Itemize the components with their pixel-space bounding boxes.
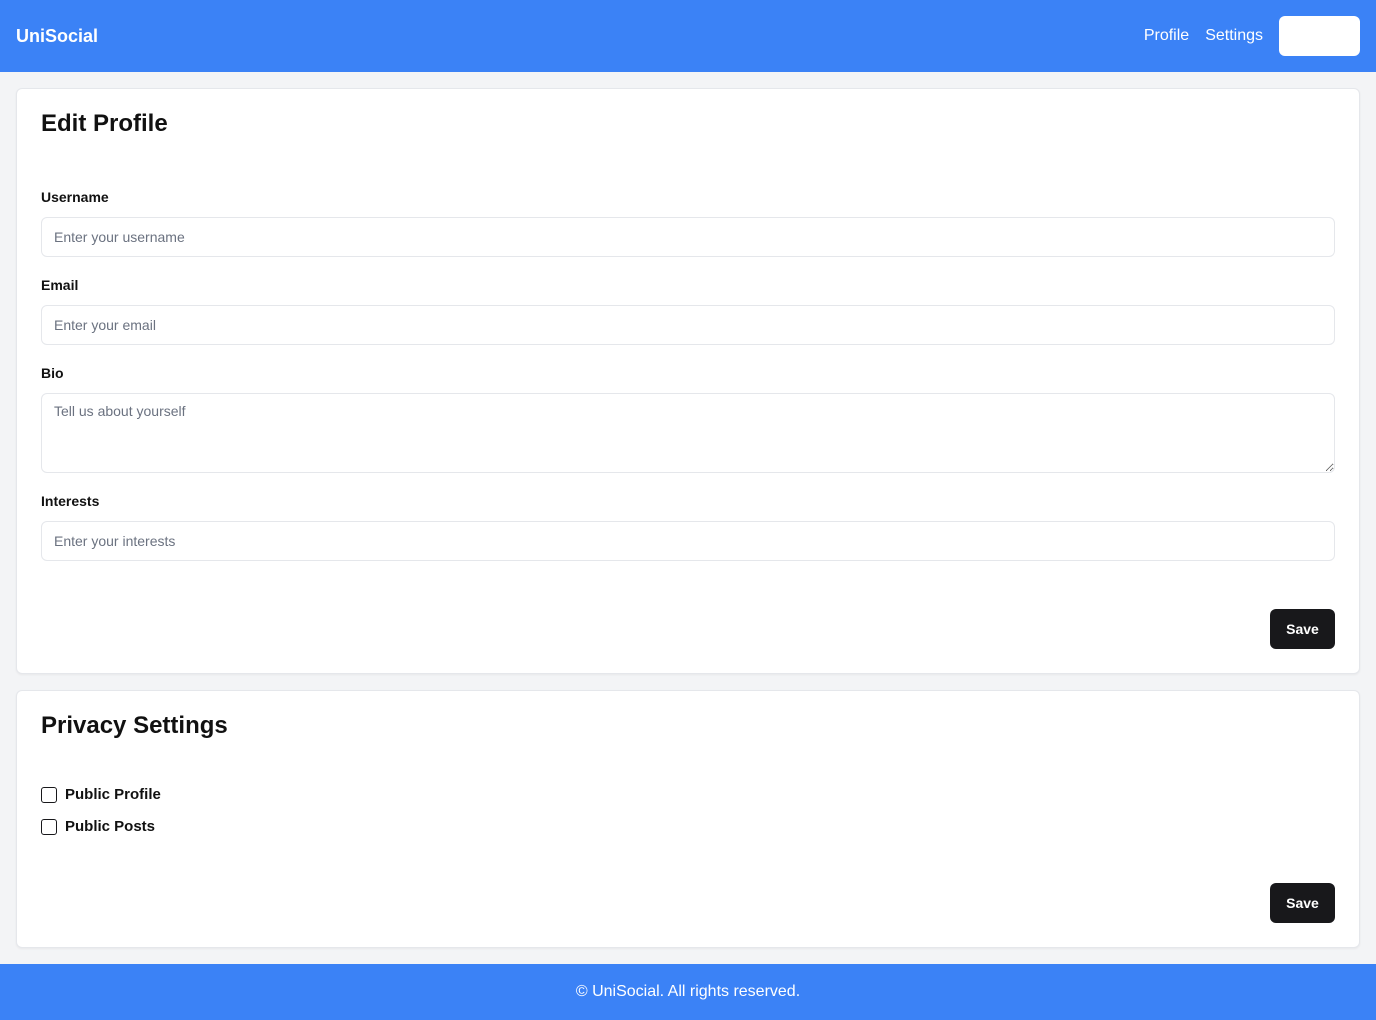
public-posts-label: Public Posts (65, 818, 156, 835)
edit-profile-title: Edit Profile (41, 110, 168, 137)
nav-links: Profile Settings (1144, 16, 1360, 56)
privacy-settings-card: Privacy Settings Public Profile Public P… (16, 690, 1360, 948)
save-profile-button[interactable]: Save (1270, 609, 1335, 649)
bio-textarea[interactable] (41, 393, 1335, 473)
save-privacy-button[interactable]: Save (1270, 883, 1335, 923)
nav-profile-link[interactable]: Profile (1144, 27, 1189, 45)
privacy-settings-title: Privacy Settings (41, 712, 228, 739)
interests-input[interactable] (41, 521, 1335, 561)
brand-logo-text[interactable]: UniSocial (16, 26, 98, 47)
username-label: Username (41, 189, 109, 205)
footer-bar: © UniSocial. All rights reserved. (0, 964, 1376, 1020)
top-nav-bar: UniSocial Profile Settings (0, 0, 1376, 72)
public-profile-checkbox[interactable] (41, 786, 57, 803)
nav-action-button[interactable] (1279, 16, 1360, 56)
public-posts-checkbox[interactable] (41, 818, 57, 835)
nav-settings-link[interactable]: Settings (1205, 27, 1263, 45)
email-input[interactable] (41, 305, 1335, 345)
footer-copyright-text: © UniSocial. All rights reserved. (575, 983, 801, 1000)
bio-label: Bio (41, 365, 64, 381)
email-label: Email (41, 277, 79, 293)
interests-label: Interests (41, 493, 100, 509)
public-profile-label: Public Profile (65, 786, 161, 803)
public-posts-option[interactable]: Public Posts (41, 818, 155, 835)
public-profile-option[interactable]: Public Profile (41, 786, 161, 803)
edit-profile-card: Edit Profile Username Email Bio Interest… (16, 88, 1360, 674)
username-input[interactable] (41, 217, 1335, 257)
